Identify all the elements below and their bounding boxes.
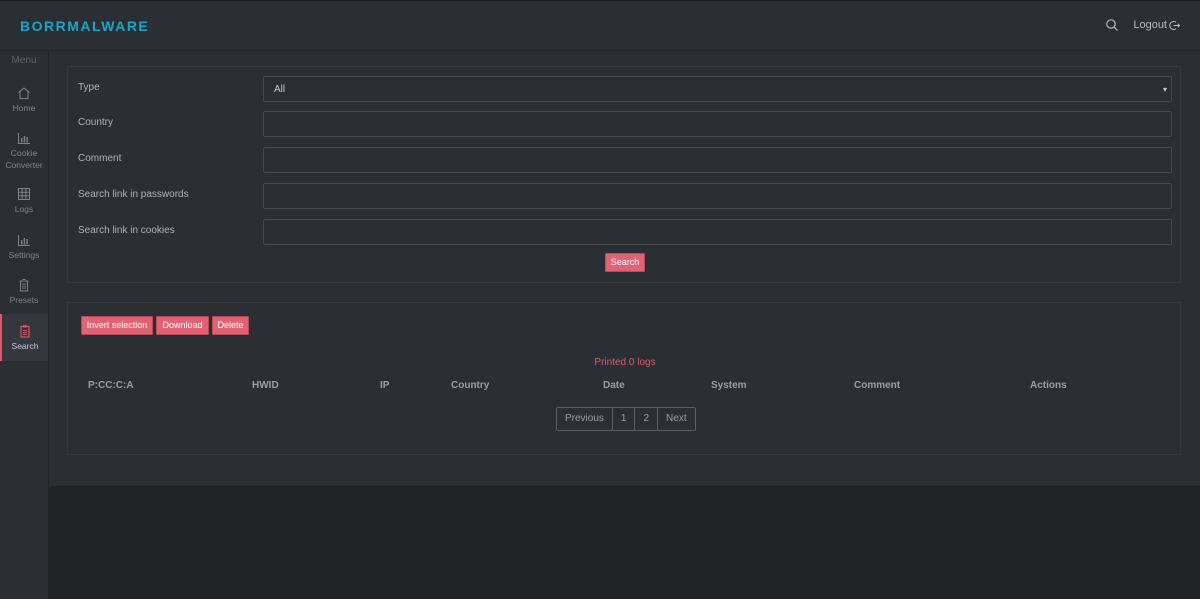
sidebar-item-home[interactable]: Home [0,86,48,118]
search-button[interactable]: Search [605,253,645,272]
country-input[interactable] [263,111,1172,137]
type-select[interactable]: All ▾ [263,76,1172,102]
delete-button[interactable]: Delete [212,316,249,335]
clipboard-icon [20,325,30,338]
grid-icon [18,188,30,200]
sidebar-item-label: Cookie Converter [5,148,43,170]
status-text: Printed 0 logs [594,357,656,368]
type-row: Type All ▾ [78,76,1172,102]
column-header[interactable]: P:CC:C:A [88,380,134,391]
sidebar-item-search[interactable]: Search [0,314,48,361]
sidebar-item-label: Logs [14,204,34,214]
column-header[interactable]: Country [451,380,489,391]
sidebar-item-presets[interactable]: Presets [0,278,48,308]
pagination: Previous 1 2 Next [556,407,696,431]
download-button[interactable]: Download [156,316,209,335]
column-header[interactable]: Comment [854,380,900,391]
comment-row: Comment [78,147,1172,173]
menu-title: Menu [11,55,37,66]
sidebar-item-label: Home [12,103,36,113]
top-actions: Logout [1105,18,1180,32]
country-row: Country [78,111,1172,137]
chart-icon [18,235,30,246]
column-header[interactable]: HWID [252,380,279,391]
table-header: P:CC:C:A HWID IP Country Date System Com… [68,380,1182,394]
passwords-label: Search link in passwords [78,189,189,200]
chart-icon [18,133,30,144]
type-label: Type [78,82,100,93]
passwords-row: Search link in passwords [78,183,1172,209]
type-select-value: All [274,84,286,95]
cookies-row: Search link in cookies [78,219,1172,245]
results-panel: Invert selection Download Delete Printed… [67,302,1181,455]
column-header[interactable]: Date [603,380,625,391]
pagination-page-1[interactable]: 1 [611,408,635,430]
sidebar-item-label: Search [11,341,39,351]
column-header[interactable]: IP [380,380,389,391]
main-content: Type All ▾ Country Comment Search link i… [49,51,1200,486]
logout-label: Logout [1133,19,1167,31]
top-bar: BORRMALWARE Logout [0,0,1200,51]
logout-link[interactable]: Logout [1133,19,1180,31]
trash-icon [19,279,29,292]
chevron-down-icon: ▾ [1162,85,1167,94]
cookies-link-input[interactable] [263,219,1172,245]
column-header[interactable]: Actions [1030,380,1067,391]
column-header[interactable]: System [711,380,747,391]
home-icon [18,87,30,99]
country-label: Country [78,117,114,128]
sidebar-item-cookie-converter[interactable]: Cookie Converter [0,131,48,171]
sidebar-item-settings[interactable]: Settings [0,233,48,263]
filter-panel: Type All ▾ Country Comment Search link i… [67,66,1181,283]
passwords-link-input[interactable] [263,183,1172,209]
pagination-next[interactable]: Next [657,408,695,430]
sidebar-item-label: Presets [9,295,39,305]
brand-logo[interactable]: BORRMALWARE [20,18,149,34]
sidebar: Menu Home Cookie Converter Logs Settings… [0,51,48,599]
search-icon[interactable] [1105,18,1119,32]
pagination-previous[interactable]: Previous [557,408,612,430]
logout-icon [1169,20,1180,30]
cookies-label: Search link in cookies [78,225,175,236]
comment-input[interactable] [263,147,1172,173]
sidebar-item-logs[interactable]: Logs [0,187,48,217]
comment-label: Comment [78,153,122,164]
pagination-page-2[interactable]: 2 [634,408,657,430]
invert-selection-button[interactable]: Invert selection [81,316,153,335]
sidebar-item-label: Settings [8,250,40,260]
